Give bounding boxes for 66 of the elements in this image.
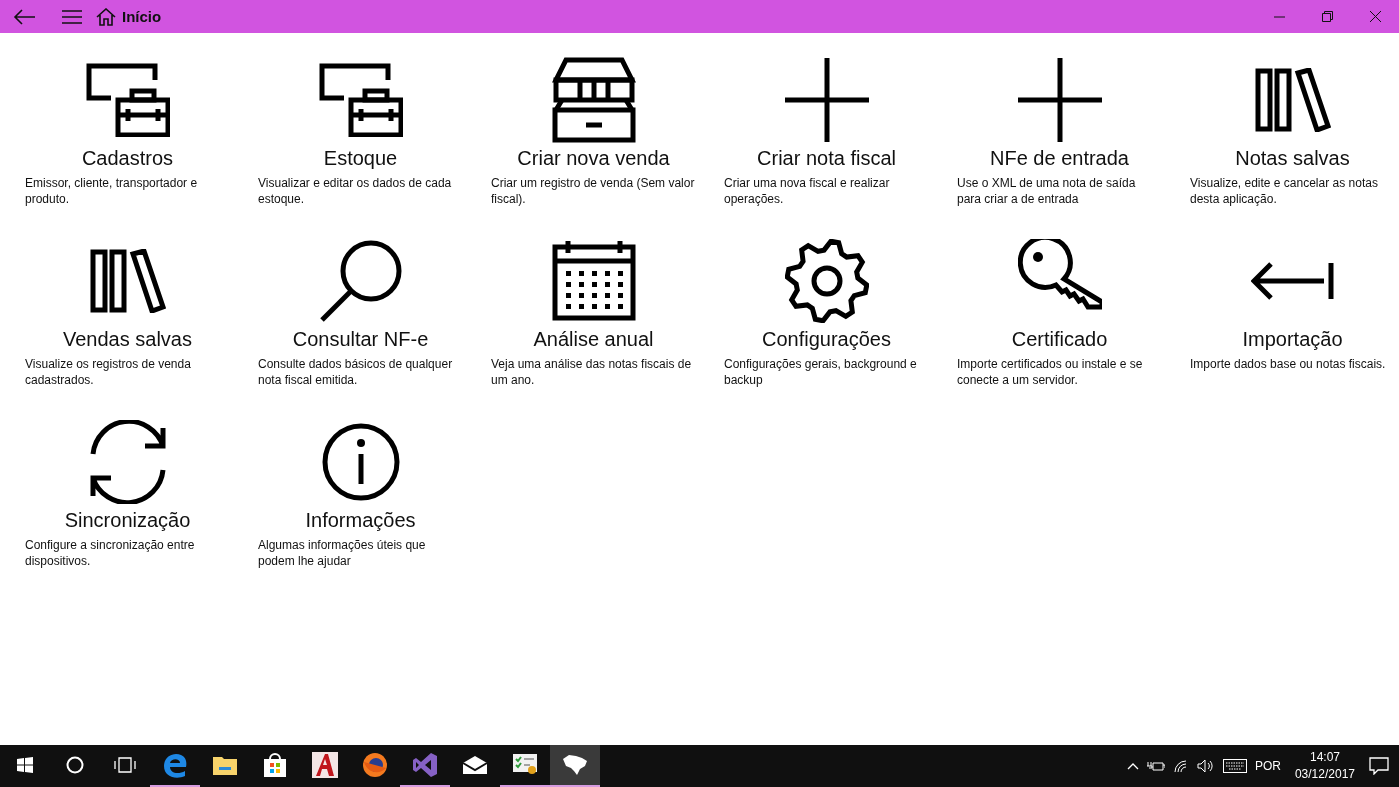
books-icon	[1254, 68, 1331, 132]
back-arrow-icon	[13, 8, 35, 25]
task-view-icon	[114, 757, 136, 773]
restore-icon	[1321, 11, 1333, 22]
shopping-bag-icon	[263, 752, 287, 778]
tile-title[interactable]: Cadastros	[25, 147, 230, 170]
certificate-icon	[512, 753, 538, 777]
window-title: Início	[122, 8, 162, 25]
battery-plug-icon[interactable]	[1146, 760, 1165, 772]
speaker-icon[interactable]	[1196, 759, 1215, 773]
tile-title[interactable]: Importação	[1190, 328, 1395, 351]
language-indicator[interactable]: POR	[1254, 759, 1281, 773]
tile-title[interactable]: Certificado	[957, 328, 1162, 351]
search-icon	[318, 239, 403, 323]
calendar-icon	[551, 241, 636, 321]
tile-description: Importe certificados ou instale e se conecte a um servidor.	[957, 356, 1144, 388]
notification-icon[interactable]	[1369, 757, 1389, 775]
tile-title[interactable]: Configurações	[724, 328, 929, 351]
wifi-icon[interactable]	[1172, 759, 1189, 773]
tile-description: Configurações gerais, background e backup	[724, 356, 918, 388]
monitor-toolbox-icon	[318, 63, 403, 137]
tile-title[interactable]: Estoque	[258, 147, 463, 170]
tile-title[interactable]: Informações	[258, 509, 463, 532]
menu-icon	[62, 9, 82, 24]
close-icon	[1369, 11, 1381, 22]
tile-description: Configure a sincronização entre dispositivos.	[25, 537, 196, 569]
plus-icon	[1017, 58, 1102, 142]
keyboard-icon[interactable]	[1222, 759, 1247, 773]
tile-description: Visualize, edite e cancelar as notas desta aplicação.	[1190, 175, 1379, 207]
folder-icon	[213, 755, 237, 775]
envelope-icon	[462, 755, 488, 775]
infinity-logo-icon	[412, 752, 438, 778]
tile-description: Veja uma análise das notas fiscais de um ano.	[491, 356, 693, 388]
e-logo-icon	[162, 752, 188, 778]
letter-a-logo-icon	[312, 752, 338, 778]
tile-title[interactable]: Vendas salvas	[25, 328, 230, 351]
circle-icon	[66, 756, 84, 774]
taskbar-app[interactable]	[550, 745, 600, 787]
tile-description: Use o XML de uma nota de saída para criar a de entrada	[957, 175, 1137, 207]
tile-description: Emissor, cliente, transportador e produto.	[25, 175, 199, 207]
tile-title[interactable]: Análise anual	[491, 328, 696, 351]
minimize-icon	[1273, 15, 1285, 18]
tile-title[interactable]: Criar nova venda	[491, 147, 696, 170]
chevron-up-icon[interactable]	[1126, 762, 1139, 770]
home-icon	[96, 7, 116, 26]
settings-icon	[784, 239, 869, 323]
tile-title[interactable]: NFe de entrada	[957, 147, 1162, 170]
books-icon	[89, 249, 166, 313]
tile-description: Criar uma nova fiscal e realizar operações.	[724, 175, 891, 207]
tile-title[interactable]: Criar nota fiscal	[724, 147, 929, 170]
tile-description: Consulte dados básicos de qualquer nota fiscal emitida.	[258, 356, 454, 388]
clock[interactable]: 14:07 03/12/2017	[1288, 749, 1361, 783]
tile-description: Visualizar e editar os dados de cada estoque.	[258, 175, 453, 207]
monitor-toolbox-icon	[85, 63, 170, 137]
tile-title[interactable]: Consultar NF-e	[258, 328, 463, 351]
plus-icon	[784, 58, 869, 142]
arrow-to-bar-icon	[1250, 261, 1335, 301]
tile-title[interactable]: Notas salvas	[1190, 147, 1395, 170]
tile-description: Visualize os registros de venda cadastrados.	[25, 356, 192, 388]
tile-description: Importe dados base ou notas fiscais.	[1190, 356, 1387, 372]
tile-description: Algumas informações úteis que podem lhe ajudar	[258, 537, 427, 569]
info-icon	[320, 422, 401, 502]
tile-title[interactable]: Sincronização	[25, 509, 230, 532]
tile-description: Criar um registro de venda (Sem valor fiscal).	[491, 175, 696, 207]
cash-drawer-icon	[551, 57, 636, 143]
windows-logo-icon	[17, 757, 33, 773]
